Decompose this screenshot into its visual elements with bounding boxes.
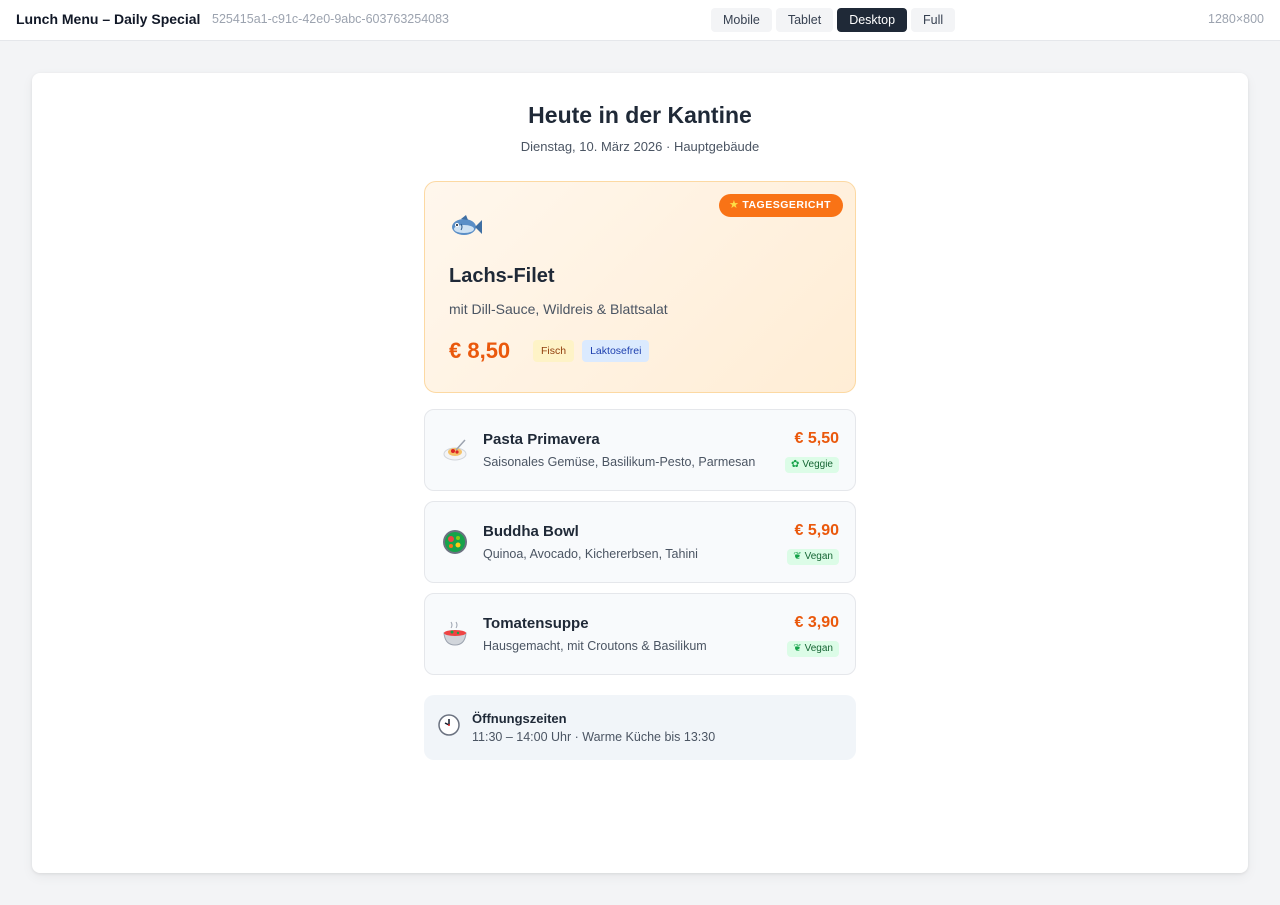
menu-item-price: € 3,90 (794, 614, 839, 631)
diet-label: Veggie (802, 459, 833, 470)
diet-label: Vegan (804, 551, 833, 562)
featured-dish-description: mit Dill-Sauce, Wildreis & Blattsalat (449, 301, 668, 317)
opening-hours-box: Öffnungszeiten 11:30 – 14:00 Uhr · Warme… (424, 695, 856, 760)
menu-item-description: Saisonales Gemüse, Basilikum-Pesto, Parm… (483, 455, 756, 469)
menu-item-name: Buddha Bowl (483, 523, 579, 540)
seedling-icon: ✿ (791, 459, 800, 470)
view-tablet-button[interactable]: Tablet (775, 8, 834, 32)
diet-badge: ❦ Vegan (787, 641, 839, 657)
page-subtitle: Dienstag, 10. März 2026 · Hauptgebäude (520, 139, 760, 154)
star-icon: ★ (728, 199, 740, 211)
herb-icon: ❦ (793, 643, 802, 654)
menu-item-name: Tomatensuppe (483, 615, 589, 632)
tag-fisch: Fisch (533, 340, 575, 362)
menu-item-description: Hausgemacht, mit Croutons & Basilikum (483, 639, 707, 653)
featured-dish-name: Lachs-Filet (449, 265, 555, 287)
featured-dish-price: € 8,50 (449, 338, 511, 363)
viewport-dimensions: 1280×800 (1208, 12, 1264, 26)
menu-item[interactable]: Buddha Bowl Quinoa, Avocado, Kichererbse… (424, 501, 856, 583)
view-desktop-button[interactable]: Desktop (837, 8, 908, 32)
menu-item[interactable]: Tomatensuppe Hausgemacht, mit Croutons &… (424, 593, 856, 675)
salad-bowl-icon (443, 530, 467, 554)
view-full-button[interactable]: Full (911, 8, 956, 32)
featured-dish-card[interactable]: ★ TAGESGERICHT Lachs-Filet mit Dill-Sauce… (424, 181, 856, 393)
featured-dish-tags: Fisch Laktosefrei (533, 340, 650, 362)
tag-laktosefrei: Laktosefrei (582, 340, 650, 362)
document-id: 525415a1-c91c-42e0-9abc-603763254083 (212, 12, 450, 26)
menu-item-description: Quinoa, Avocado, Kichererbsen, Tahini (483, 547, 698, 561)
menu-item-name: Pasta Primavera (483, 431, 600, 448)
daily-special-badge: ★ TAGESGERICHT (718, 194, 843, 217)
menu-item-price: € 5,90 (794, 522, 839, 539)
soup-bowl-icon (443, 621, 467, 646)
diet-label: Vegan (804, 643, 833, 654)
viewport-switcher: Mobile Tablet Desktop Full (711, 8, 956, 32)
spaghetti-icon (443, 439, 467, 461)
view-mobile-button[interactable]: Mobile (711, 8, 772, 32)
menu-item-price: € 5,50 (794, 430, 839, 447)
diet-badge: ✿ Veggie (785, 457, 839, 473)
clock-icon (438, 714, 460, 736)
preview-canvas: Heute in der Kantine Dienstag, 10. März … (32, 73, 1248, 873)
top-bar: Lunch Menu – Daily Special 525415a1-c91c… (0, 0, 1280, 41)
app-title: Lunch Menu – Daily Special (16, 11, 201, 27)
menu-item[interactable]: Pasta Primavera Saisonales Gemüse, Basil… (424, 409, 856, 491)
page-title: Heute in der Kantine (528, 102, 752, 128)
opening-hours-title: Öffnungszeiten (472, 711, 567, 726)
herb-icon: ❦ (793, 551, 802, 562)
badge-label: TAGESGERICHT (742, 199, 831, 211)
opening-hours-text: 11:30 – 14:00 Uhr · Warme Küche bis 13:3… (472, 730, 716, 744)
fish-icon (452, 215, 482, 235)
diet-badge: ❦ Vegan (787, 549, 839, 565)
